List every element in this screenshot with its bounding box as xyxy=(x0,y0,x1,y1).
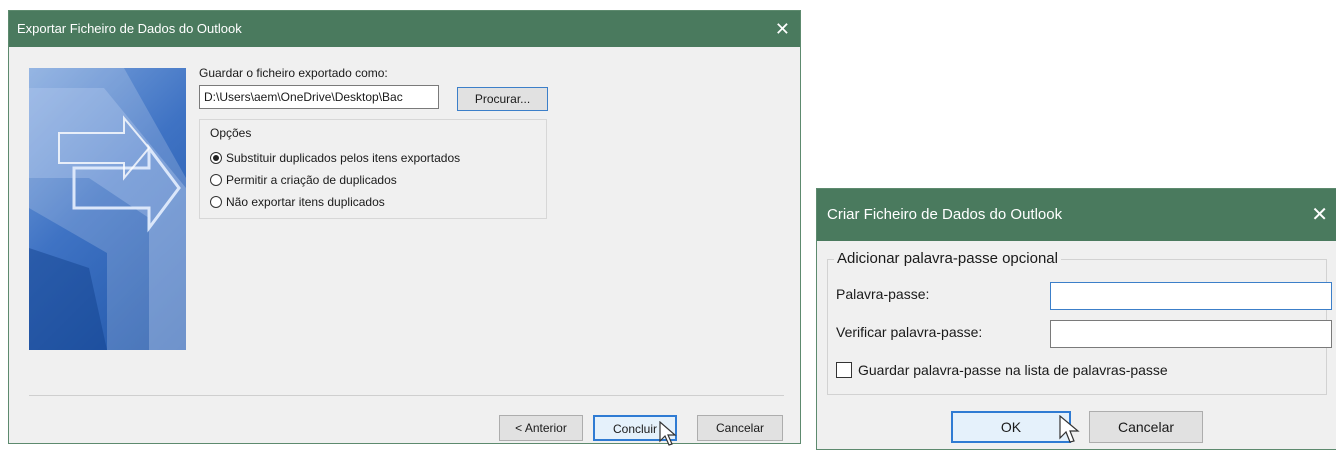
save-password-label: Guardar palavra-passe na lista de palavr… xyxy=(858,362,1168,378)
save-as-label: Guardar o ficheiro exportado como: xyxy=(199,66,388,80)
password-label: Palavra-passe: xyxy=(836,286,930,302)
finish-button[interactable]: Concluir xyxy=(593,415,677,441)
option-label: Substituir duplicados pelos itens export… xyxy=(226,151,461,165)
password-group: Adicionar palavra-passe opcional Palavra… xyxy=(827,250,1332,395)
browse-button[interactable]: Procurar... xyxy=(457,87,548,111)
verify-password-input[interactable] xyxy=(1050,320,1332,348)
close-icon[interactable]: ✕ xyxy=(1311,189,1328,241)
create-dialog-title: Criar Ficheiro de Dados do Outlook xyxy=(827,206,1063,223)
verify-password-label: Verificar palavra-passe: xyxy=(836,324,983,340)
password-group-title: Adicionar palavra-passe opcional xyxy=(834,250,1061,267)
radio-icon[interactable] xyxy=(210,196,222,208)
cancel-button[interactable]: Cancelar xyxy=(697,415,783,441)
checkbox-icon[interactable] xyxy=(836,362,852,378)
save-password-checkbox-row[interactable]: Guardar palavra-passe na lista de palavr… xyxy=(836,360,1168,380)
radio-icon[interactable] xyxy=(210,152,222,164)
close-icon[interactable]: ✕ xyxy=(775,11,790,47)
export-dialog-titlebar[interactable]: Exportar Ficheiro de Dados do Outlook ✕ xyxy=(9,11,800,47)
ok-button[interactable]: OK xyxy=(951,411,1071,443)
create-data-file-dialog: Criar Ficheiro de Dados do Outlook ✕ Adi… xyxy=(816,188,1336,450)
option-replace-duplicates[interactable]: Substituir duplicados pelos itens export… xyxy=(210,148,460,168)
password-input[interactable] xyxy=(1050,282,1332,310)
back-button[interactable]: < Anterior xyxy=(499,415,583,441)
option-allow-duplicates[interactable]: Permitir a criação de duplicados xyxy=(210,170,397,190)
option-label: Não exportar itens duplicados xyxy=(226,195,385,209)
options-group: Opções Substituir duplicados pelos itens… xyxy=(199,119,547,219)
option-no-duplicates[interactable]: Não exportar itens duplicados xyxy=(210,192,385,212)
export-path-input[interactable]: D:\Users\aem\OneDrive\Desktop\Bac xyxy=(199,85,439,109)
footer-divider xyxy=(29,395,784,396)
create-dialog-titlebar[interactable]: Criar Ficheiro de Dados do Outlook ✕ xyxy=(817,189,1336,241)
export-dialog-title: Exportar Ficheiro de Dados do Outlook xyxy=(17,21,242,36)
option-label: Permitir a criação de duplicados xyxy=(226,173,397,187)
radio-icon[interactable] xyxy=(210,174,222,186)
export-dialog: Exportar Ficheiro de Dados do Outlook ✕ … xyxy=(8,10,801,446)
options-title: Opções xyxy=(210,126,252,140)
wizard-art-icon xyxy=(29,68,186,350)
screenshot-stage: Exportar Ficheiro de Dados do Outlook ✕ … xyxy=(0,0,1336,457)
cancel-button[interactable]: Cancelar xyxy=(1089,411,1203,443)
